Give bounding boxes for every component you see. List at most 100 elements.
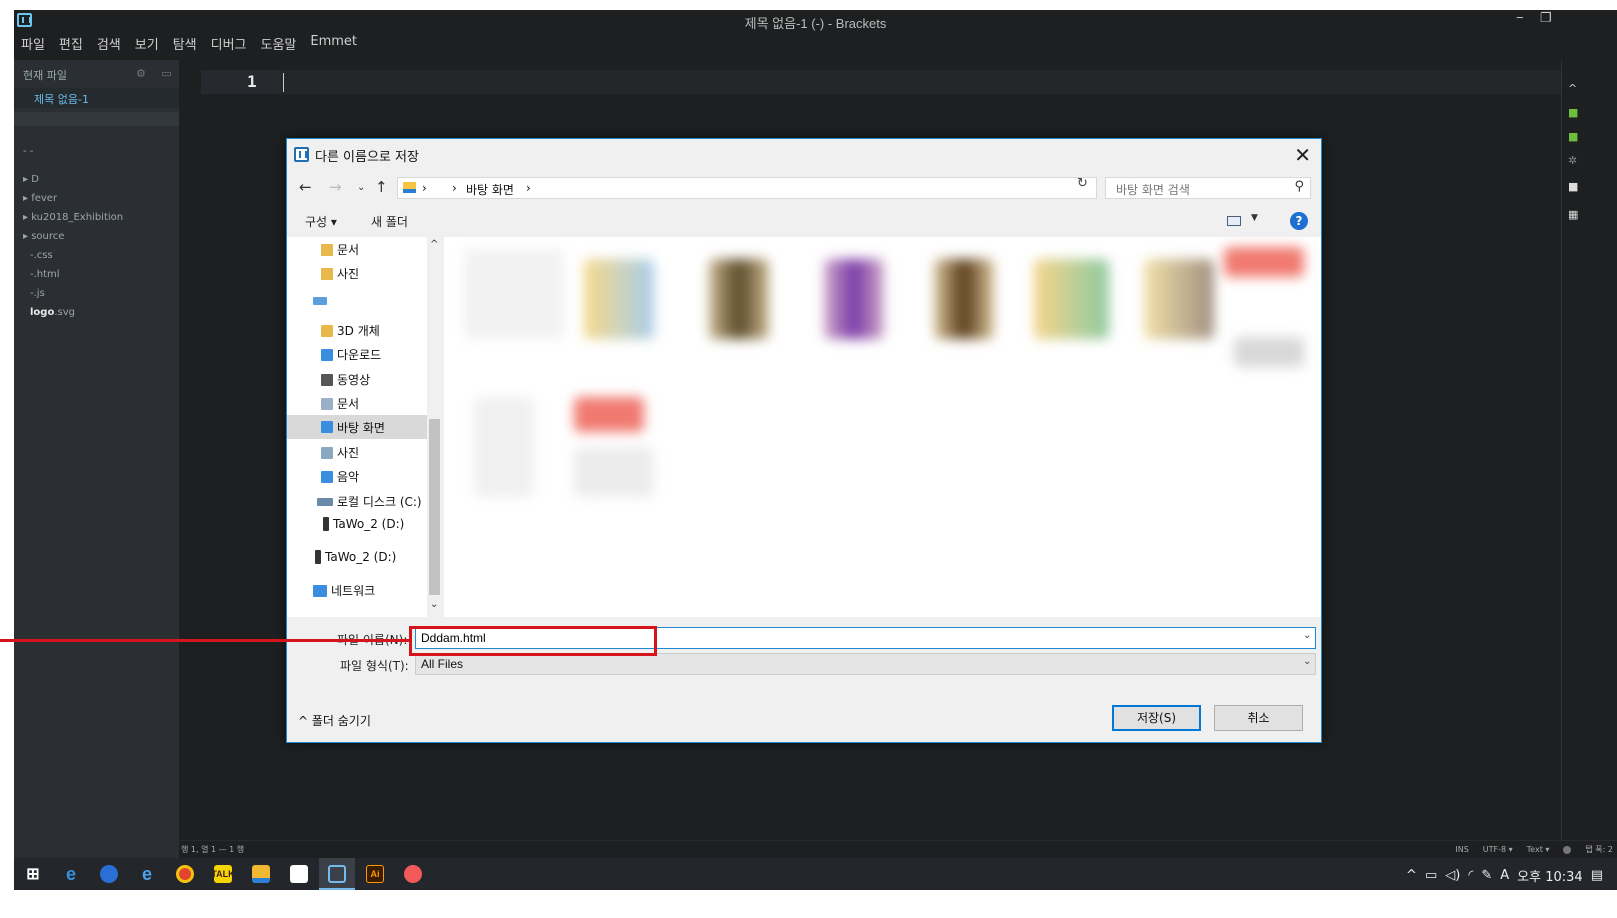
project-title[interactable]: - -	[23, 142, 123, 161]
scroll-thumb[interactable]	[429, 419, 440, 595]
extension-icon[interactable]: ✲	[1568, 154, 1577, 167]
save-button[interactable]: 저장(S)	[1112, 705, 1201, 731]
file-thumbnail[interactable]	[464, 249, 564, 339]
file-thumbnail[interactable]	[1224, 247, 1304, 277]
restore-icon[interactable]: ❐	[1540, 10, 1552, 26]
sidebar-settings-icons[interactable]: ⚙ ▭	[136, 67, 178, 80]
edge-icon[interactable]: e	[62, 864, 80, 884]
file-thumbnail[interactable]	[934, 259, 994, 339]
file-thumbnail[interactable]	[1234, 337, 1304, 367]
nav-item[interactable]: 사진	[321, 444, 359, 461]
file-name-dropdown-icon[interactable]: ⌄	[1303, 630, 1311, 641]
nav-item[interactable]: 네트워크	[313, 582, 375, 599]
file-thumbnail[interactable]	[574, 397, 644, 432]
pen-icon[interactable]: ✎	[1481, 868, 1492, 883]
scroll-down-icon[interactable]: ⌄	[430, 599, 438, 610]
file-thumbnail[interactable]	[824, 259, 884, 339]
working-file-name[interactable]: 제목 없음-1	[34, 91, 89, 107]
nav-item[interactable]: 3D 개체	[321, 322, 380, 339]
tree-folder[interactable]: ▸ source	[23, 227, 123, 246]
menu-help[interactable]: 도움말	[254, 32, 304, 54]
brackets-taskbar-icon[interactable]	[328, 865, 346, 883]
tree-file-logo[interactable]: logo.svg	[23, 303, 123, 322]
menu-view[interactable]: 보기	[128, 32, 166, 54]
up-arrow-icon[interactable]: ↑	[375, 178, 388, 196]
firefox-icon[interactable]	[100, 865, 118, 883]
nav-item[interactable]: 다운로드	[321, 346, 381, 363]
menu-file[interactable]: 파일	[14, 32, 52, 54]
file-thumbnail[interactable]	[709, 259, 769, 339]
file-icon[interactable]: ■	[1568, 180, 1578, 193]
paint-icon[interactable]	[404, 865, 422, 883]
organize-button[interactable]: 구성 ▾	[305, 213, 337, 230]
new-folder-button[interactable]: 새 폴더	[371, 213, 408, 230]
language-select[interactable]: Text ▾	[1527, 845, 1550, 854]
grid-icon[interactable]: ▦	[1568, 208, 1578, 221]
menu-find[interactable]: 검색	[90, 32, 128, 54]
nav-item[interactable]: TaWo_2 (D:)	[323, 517, 404, 531]
nav-item[interactable]: 음악	[321, 468, 359, 485]
nav-item-this-pc[interactable]	[313, 297, 331, 305]
windows-start-icon[interactable]: ⊞	[24, 865, 42, 883]
chevron-up-icon[interactable]: ^	[1568, 82, 1577, 95]
view-dropdown-icon[interactable]: ▼	[1251, 213, 1258, 223]
insert-mode[interactable]: INS	[1455, 845, 1468, 854]
nav-item[interactable]: 동영상	[321, 371, 370, 388]
menu-emmet[interactable]: Emmet	[303, 32, 364, 54]
close-icon[interactable]: ✕	[1294, 143, 1311, 167]
file-type-dropdown-icon[interactable]: ⌄	[1303, 656, 1311, 667]
file-thumbnail[interactable]	[584, 259, 654, 339]
menu-edit[interactable]: 편집	[52, 32, 90, 54]
chrome-icon[interactable]	[176, 865, 194, 883]
nav-item[interactable]: 문서	[321, 241, 359, 258]
nav-item[interactable]: 사진	[321, 265, 359, 282]
help-icon[interactable]: ?	[1290, 212, 1308, 230]
tray-chevron-icon[interactable]: ^	[1406, 868, 1417, 883]
tree-folder[interactable]: ▸ D	[23, 170, 123, 189]
breadcrumb-desktop[interactable]: 바탕 화면	[466, 181, 514, 198]
extension-manager-icon[interactable]: ■	[1568, 130, 1578, 143]
indent-setting[interactable]: 탭 폭: 2	[1585, 844, 1613, 855]
nav-item-desktop-selected[interactable]: 바탕 화면	[287, 415, 427, 439]
file-list-pane[interactable]	[444, 237, 1321, 617]
view-options-icon[interactable]	[1227, 216, 1241, 226]
encoding-select[interactable]: UTF-8 ▾	[1483, 845, 1513, 854]
file-thumbnail[interactable]	[1034, 259, 1109, 339]
file-type-select[interactable]: All Files	[415, 653, 1316, 675]
volume-icon[interactable]: ◁)	[1445, 868, 1460, 883]
live-preview-icon[interactable]: ■	[1568, 106, 1578, 119]
forward-arrow-icon[interactable]: →	[329, 178, 342, 196]
wifi-icon[interactable]: ◜	[1468, 868, 1473, 883]
nav-item[interactable]: 문서	[321, 395, 359, 412]
address-bar[interactable]: › › 바탕 화면 › ⌄	[397, 177, 1177, 199]
kakaotalk-icon[interactable]: TALK	[211, 865, 235, 883]
tree-file[interactable]: -.css	[23, 246, 123, 265]
file-thumbnail[interactable]	[474, 397, 534, 497]
menu-navigate[interactable]: 탐색	[166, 32, 204, 54]
hide-folders-button[interactable]: ^ 폴더 숨기기	[298, 712, 371, 729]
linter-status-icon[interactable]	[1563, 845, 1572, 854]
internet-explorer-icon[interactable]: e	[138, 864, 156, 884]
file-explorer-icon[interactable]	[252, 865, 270, 883]
nav-item[interactable]: TaWo_2 (D:)	[315, 550, 396, 564]
tree-file[interactable]: -.js	[23, 284, 123, 303]
tree-folder[interactable]: ▸ fever	[23, 189, 123, 208]
file-thumbnail[interactable]	[1144, 259, 1214, 339]
minimize-icon[interactable]: −	[1516, 10, 1524, 25]
menu-debug[interactable]: 디버그	[204, 32, 254, 54]
illustrator-icon[interactable]: Ai	[366, 865, 384, 883]
battery-icon[interactable]: ▭	[1425, 868, 1437, 883]
tree-file[interactable]: -.html	[23, 265, 123, 284]
nav-scrollbar[interactable]: ^ ⌄	[427, 237, 442, 617]
search-input[interactable]: 바탕 화면 검색 ⚲	[1105, 177, 1311, 199]
clock[interactable]: 오후 10:34	[1517, 866, 1583, 885]
nav-item[interactable]: 로컬 디스크 (C:)	[317, 493, 422, 510]
notification-icon[interactable]: ▤	[1591, 868, 1603, 883]
scroll-up-icon[interactable]: ^	[430, 239, 438, 250]
cancel-button[interactable]: 취소	[1214, 705, 1303, 731]
notes-icon[interactable]	[290, 865, 308, 883]
back-arrow-icon[interactable]: ←	[299, 178, 312, 196]
refresh-icon[interactable]: ↻	[1077, 176, 1088, 191]
ime-indicator[interactable]: A	[1500, 868, 1509, 883]
tree-folder[interactable]: ▸ ku2018_Exhibition	[23, 208, 123, 227]
